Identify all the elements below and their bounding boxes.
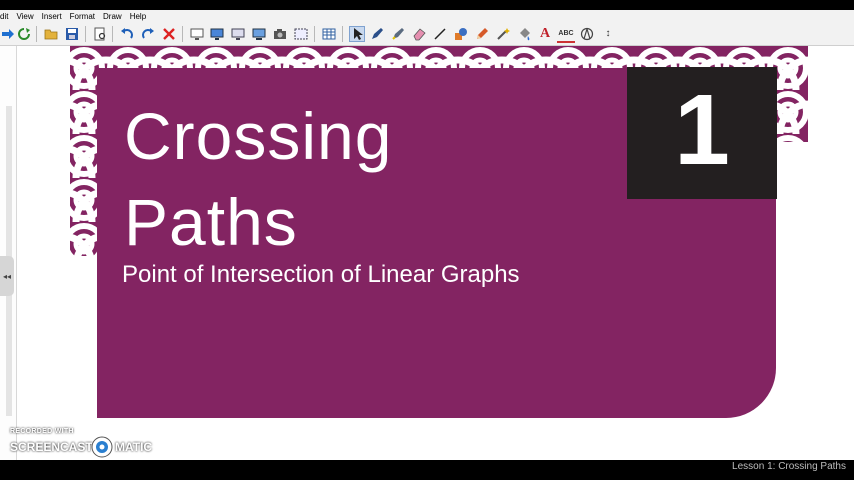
monitor-icon[interactable] <box>210 27 224 41</box>
menu-help[interactable]: Help <box>130 10 146 23</box>
pen-icon[interactable] <box>370 27 384 41</box>
toolbar-separator <box>112 26 113 42</box>
line-icon[interactable] <box>433 27 447 41</box>
slide-subtitle: Point of Intersection of Linear Graphs <box>122 261 520 288</box>
open-folder-icon[interactable] <box>44 27 58 41</box>
slide-title-line2: Paths <box>124 185 298 259</box>
menu-format[interactable]: Format <box>70 10 95 23</box>
select-arrow-icon[interactable] <box>349 26 365 42</box>
magic-wand-icon[interactable] <box>496 27 510 41</box>
save-icon[interactable] <box>65 27 79 41</box>
toolbar-separator <box>342 26 343 42</box>
slide-title-line1: Crossing <box>124 99 393 173</box>
screen-icon[interactable] <box>190 27 204 41</box>
screencast-logo-icon <box>91 436 113 458</box>
slide-canvas: Crossing Paths 1 Point of Intersection o… <box>18 46 854 460</box>
display-icon[interactable] <box>231 27 245 41</box>
title-bar <box>0 0 854 10</box>
print-preview-icon[interactable] <box>93 27 107 41</box>
table-icon[interactable] <box>322 27 336 41</box>
more-icon[interactable]: ↕ <box>601 27 615 41</box>
camera-icon[interactable] <box>273 27 287 41</box>
menu-draw[interactable]: Draw <box>103 10 122 23</box>
compass-icon[interactable] <box>580 27 594 41</box>
highlighter-icon[interactable] <box>391 27 405 41</box>
undo-icon[interactable] <box>120 27 134 41</box>
watermark-recorded-text: RECORDED WITH <box>10 428 74 435</box>
menu-edit[interactable]: dit <box>0 10 8 23</box>
delete-icon[interactable] <box>162 27 176 41</box>
menu-view[interactable]: View <box>16 10 33 23</box>
screencast-watermark: RECORDED WITH SCREENCAST MATIC <box>10 428 160 458</box>
status-text: Lesson 1: Crossing Paths <box>732 461 846 472</box>
pencil-icon[interactable] <box>475 27 489 41</box>
screen-capture-icon[interactable] <box>294 27 308 41</box>
collapse-handle-icon[interactable]: ◂◂ <box>0 256 14 296</box>
watermark-brand-left: SCREENCAST <box>10 440 93 454</box>
toolbar-separator <box>36 26 37 42</box>
shapes-icon[interactable] <box>454 27 468 41</box>
toolbar-separator <box>314 26 315 42</box>
fill-icon[interactable] <box>517 27 531 41</box>
eraser-icon[interactable] <box>412 27 426 41</box>
menu-bar: dit View Insert Format Draw Help <box>0 10 854 23</box>
lesson-number-badge: 1 <box>627 67 777 199</box>
menu-insert[interactable]: Insert <box>42 10 62 23</box>
refresh-icon[interactable] <box>17 27 31 41</box>
status-bar: Lesson 1: Crossing Paths <box>0 460 854 480</box>
toolbar-separator <box>182 26 183 42</box>
watermark-brand-right: MATIC <box>115 440 153 454</box>
computer-icon[interactable] <box>252 27 266 41</box>
toolbar-separator <box>85 26 86 42</box>
toolbar: A ABC ↕ <box>0 23 854 46</box>
left-panel: ◂◂ <box>0 46 17 460</box>
forward-arrow-icon[interactable] <box>1 27 15 41</box>
text-icon[interactable]: A <box>538 27 552 41</box>
lesson-number: 1 <box>674 74 730 186</box>
handwriting-icon[interactable]: ABC <box>557 27 575 43</box>
redo-icon[interactable] <box>141 27 155 41</box>
